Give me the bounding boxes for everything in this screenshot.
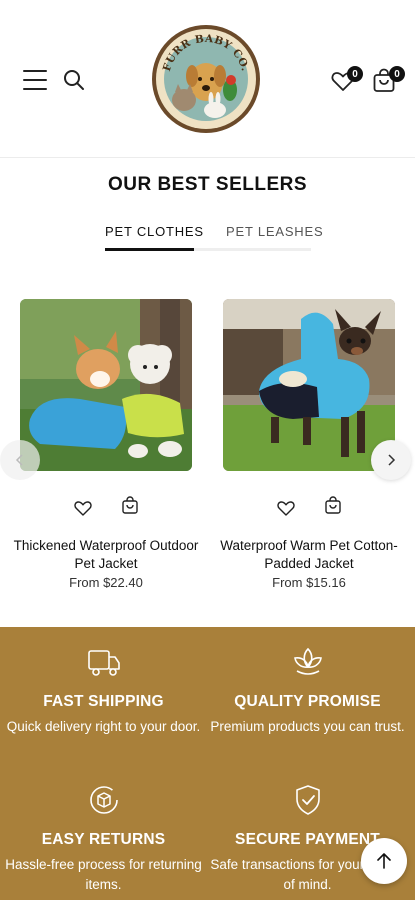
truck-icon xyxy=(87,650,120,676)
site-header: FURR BABY CO. 0 0 xyxy=(0,0,415,158)
feature-description: Quick delivery right to your door. xyxy=(6,719,201,734)
feature-title: EASY RETURNS xyxy=(41,831,166,848)
leaf-icon xyxy=(293,647,322,675)
scroll-to-top-button[interactable] xyxy=(361,838,407,884)
product-price: From $22.40 xyxy=(69,575,143,590)
features-section: FAST SHIPPING Quick delivery right to yo… xyxy=(0,627,415,900)
section-title: OUR BEST SELLERS xyxy=(107,174,308,195)
wishlist-count-badge: 0 xyxy=(347,66,363,82)
add-to-cart-icon[interactable] xyxy=(120,496,140,516)
chevron-left-icon xyxy=(15,454,23,466)
product-card[interactable]: Waterproof Warm Pet Cotton-Padded Jacket… xyxy=(220,299,398,590)
category-tabs: PET CLOTHES PET LEASHES xyxy=(0,224,415,254)
carousel-prev-button[interactable] xyxy=(0,440,40,480)
product-actions xyxy=(20,496,192,520)
product-card[interactable]: Thickened Waterproof Outdoor Pet Jacket … xyxy=(14,299,198,590)
add-to-wishlist-icon[interactable] xyxy=(276,498,296,518)
product-actions xyxy=(223,496,395,520)
product-image[interactable] xyxy=(223,299,395,471)
product-price: From $15.16 xyxy=(272,575,346,590)
arrow-up-icon xyxy=(377,853,391,869)
return-box-icon xyxy=(89,786,118,814)
chevron-right-icon xyxy=(388,454,396,466)
brand-logo[interactable]: FURR BABY CO. xyxy=(151,24,261,134)
feature-easy-returns: EASY RETURNS Hassle-free process for ret… xyxy=(0,783,207,895)
carousel-next-button[interactable] xyxy=(371,440,411,480)
search-icon[interactable] xyxy=(62,68,86,92)
tab-pet-clothes[interactable]: PET CLOTHES xyxy=(105,224,204,248)
product-name[interactable]: Waterproof Warm Pet Cotton-Padded Jacket xyxy=(213,537,405,573)
shield-check-icon xyxy=(295,785,320,815)
feature-quality-promise: QUALITY PROMISE Premium products you can… xyxy=(204,645,411,737)
feature-fast-shipping: FAST SHIPPING Quick delivery right to yo… xyxy=(0,645,207,737)
active-tab-indicator xyxy=(105,248,194,251)
feature-description: Premium products you can trust. xyxy=(210,719,405,734)
product-image[interactable] xyxy=(20,299,192,471)
cart-count-badge: 0 xyxy=(389,66,405,82)
product-name[interactable]: Thickened Waterproof Outdoor Pet Jacket xyxy=(10,537,202,573)
hamburger-menu-icon[interactable] xyxy=(23,70,47,90)
feature-title: FAST SHIPPING xyxy=(43,693,164,710)
add-to-cart-icon[interactable] xyxy=(323,496,343,516)
feature-title: QUALITY PROMISE xyxy=(234,693,381,710)
tab-pet-leashes[interactable]: PET LEASHES xyxy=(226,224,323,248)
feature-description: Hassle-free process for returning items. xyxy=(5,857,202,892)
add-to-wishlist-icon[interactable] xyxy=(73,498,93,518)
